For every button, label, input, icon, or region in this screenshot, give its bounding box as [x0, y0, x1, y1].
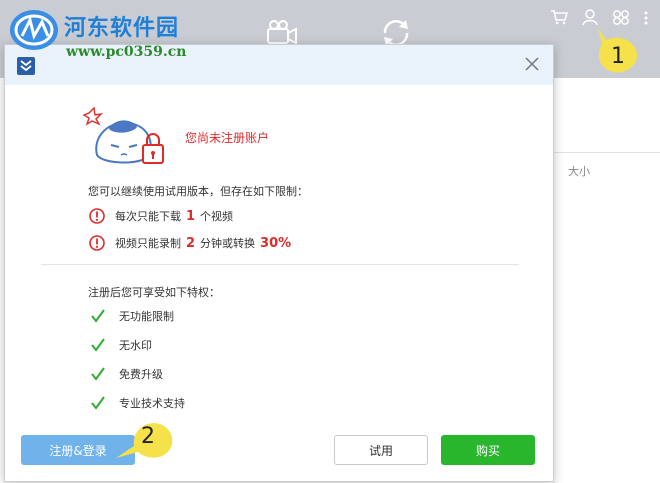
limit-percent: 30%	[260, 235, 292, 251]
warning-icon	[89, 208, 105, 224]
benefit-label: 无水印	[119, 339, 152, 352]
limit-prefix: 视频只能录制	[115, 237, 181, 250]
limit-prefix: 每次只能下载	[115, 210, 181, 223]
benefit-item: 无功能限制	[91, 308, 174, 324]
column-divider	[552, 152, 660, 153]
limit-number: 2	[186, 235, 196, 251]
column-header-size[interactable]: 大小	[568, 163, 590, 179]
warning-icon	[89, 235, 105, 251]
callout-number: 2	[141, 424, 155, 449]
close-icon[interactable]	[523, 55, 541, 73]
check-icon	[91, 309, 105, 323]
benefits-title: 注册后您可享受如下特权：	[88, 286, 220, 299]
check-icon	[91, 338, 105, 352]
buy-button[interactable]: 购买	[441, 435, 535, 465]
section-divider	[41, 264, 519, 265]
watermark-logo-icon	[10, 10, 58, 50]
benefit-item: 免费升级	[91, 366, 163, 382]
account-status-text: 您尚未注册账户	[185, 131, 270, 145]
app-logo-icon	[17, 57, 35, 75]
locked-mascot-icon	[83, 106, 164, 164]
benefit-item: 无水印	[91, 337, 152, 353]
trial-limits-intro: 您可以继续使用试用版本，但存在如下限制：	[88, 185, 308, 198]
limit-suffix: 个视频	[200, 210, 234, 223]
callout-number: 1	[611, 44, 625, 69]
limit-item: 每次只能下载 1 个视频	[89, 208, 233, 224]
watermark-url: www.pc0359.cn	[66, 44, 187, 60]
limit-number: 1	[186, 208, 196, 224]
limit-suffix: 分钟或转换	[200, 237, 256, 250]
check-icon	[91, 396, 105, 410]
benefit-item: 专业技术支持	[91, 395, 185, 411]
benefit-label: 无功能限制	[119, 310, 174, 323]
more-icon[interactable]	[644, 10, 648, 29]
watermark-title: 河东软件园	[64, 15, 180, 41]
registration-dialog: 您尚未注册账户 您可以继续使用试用版本，但存在如下限制： 每次只能下载 1 个视…	[4, 44, 554, 482]
benefit-label: 专业技术支持	[119, 397, 185, 410]
limit-item: 视频只能录制 2 分钟或转换 30%	[89, 235, 296, 251]
check-icon	[91, 367, 105, 381]
cart-icon[interactable]	[550, 9, 568, 29]
trial-button[interactable]: 试用	[334, 435, 428, 465]
benefit-label: 免费升级	[119, 368, 163, 381]
